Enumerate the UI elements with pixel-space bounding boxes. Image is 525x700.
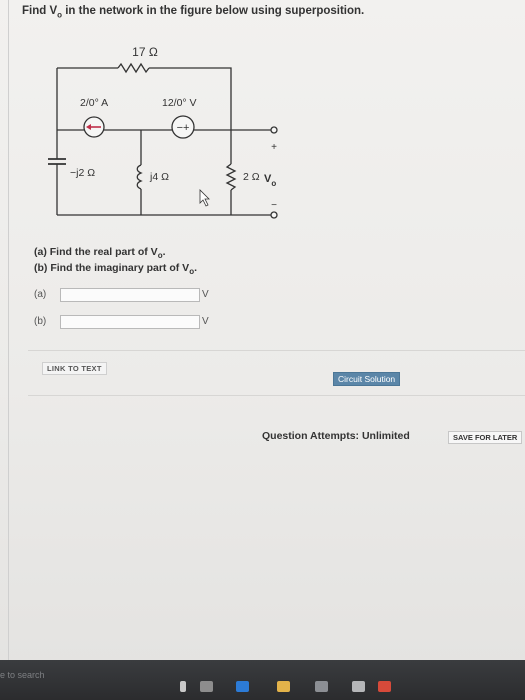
office-icon[interactable] — [378, 681, 391, 692]
terminal-plus — [270, 126, 278, 134]
label-minus: − — [271, 200, 277, 211]
label-r-top: 17 Ω — [132, 45, 158, 59]
answer-a-label: (a) — [34, 289, 47, 300]
label-capacitor: −j2 Ω — [70, 167, 95, 179]
circuit-solution-button[interactable]: Circuit Solution — [333, 372, 401, 386]
task-view-icon[interactable] — [200, 681, 213, 692]
question-attempts-text: Question Attempts: Unlimited — [262, 430, 410, 442]
label-inductor: j4 Ω — [149, 171, 169, 183]
answer-b-input[interactable] — [60, 315, 200, 329]
label-vo: Vo — [264, 173, 276, 188]
store-icon[interactable] — [352, 681, 365, 692]
file-explorer-icon[interactable] — [277, 681, 290, 692]
save-for-later-button[interactable]: SAVE FOR LATER — [448, 431, 523, 444]
section-divider — [28, 350, 525, 351]
dropbox-icon[interactable] — [315, 681, 328, 692]
answer-b-unit: V — [202, 316, 209, 327]
mouse-cursor-icon — [199, 189, 210, 207]
assignment-page: Find Vo in the network in the figure bel… — [0, 0, 525, 700]
label-current-source: 2/0° A — [80, 97, 108, 109]
microphone-icon[interactable] — [180, 681, 186, 692]
label-plus: + — [271, 142, 277, 153]
question-parts: (a) Find the real part of Vo. (b) Find t… — [34, 246, 197, 278]
answer-a-input[interactable] — [60, 288, 200, 302]
voltage-source-polarity: −+ — [177, 122, 190, 134]
resistor-2-ohm — [225, 163, 237, 191]
answer-b-label: (b) — [34, 316, 47, 327]
link-to-text-button[interactable]: LINK TO TEXT — [42, 362, 107, 375]
terminal-minus — [270, 211, 278, 219]
os-taskbar: e to search — [0, 660, 525, 700]
part-a-text: (a) Find the real part of Vo. — [34, 246, 166, 261]
label-voltage-source: 12/0° V — [162, 97, 197, 109]
capacitor-j2 — [48, 158, 66, 165]
part-b-text: (b) Find the imaginary part of Vo. — [34, 262, 197, 277]
edge-browser-icon[interactable] — [236, 681, 249, 692]
section-divider — [28, 395, 525, 396]
circuit-diagram: −+ 17 Ω 2/0° A 12/0° V −j2 Ω j4 Ω 2 Ω Vo… — [48, 45, 278, 219]
inductor-j4 — [136, 164, 143, 190]
label-r-right: 2 Ω — [243, 171, 260, 183]
resistor-17-ohm — [117, 62, 150, 74]
answer-a-unit: V — [202, 289, 209, 300]
taskbar-search[interactable]: e to search — [0, 670, 45, 680]
